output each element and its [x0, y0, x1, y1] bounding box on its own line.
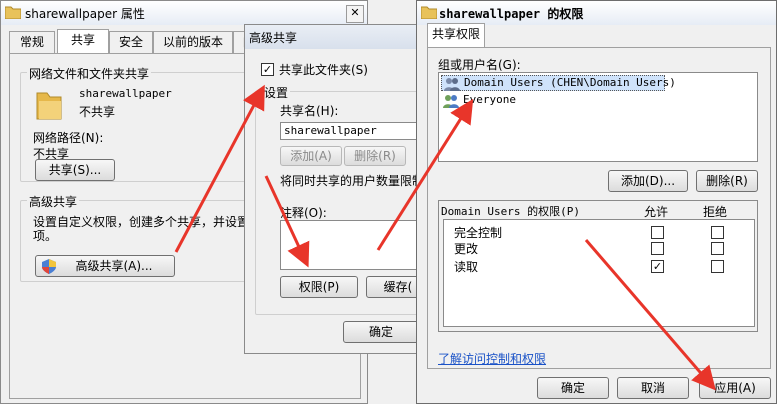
arrow-to-permissions-button: [264, 175, 310, 268]
arrow-to-apply: [584, 239, 716, 391]
annotation-arrows: [174, 84, 716, 391]
arrow-to-settings: [174, 84, 265, 253]
arrow-to-everyone: [376, 98, 474, 251]
